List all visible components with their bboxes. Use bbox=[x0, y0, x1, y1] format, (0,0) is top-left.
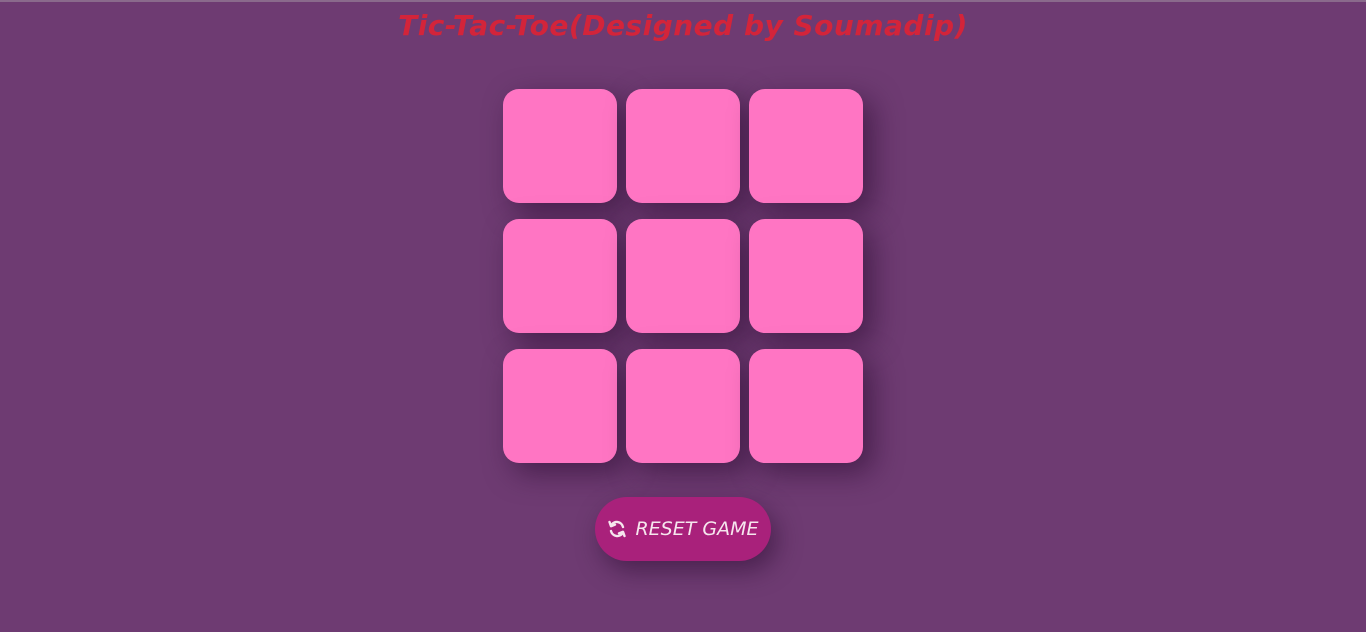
page-title: Tic-Tac-Toe(Designed by Soumadip) bbox=[398, 9, 968, 42]
board-cell-7[interactable] bbox=[503, 349, 617, 463]
board-cell-3[interactable] bbox=[749, 89, 863, 203]
board-cell-8[interactable] bbox=[626, 349, 740, 463]
game-board bbox=[503, 89, 863, 463]
board-cell-9[interactable] bbox=[749, 349, 863, 463]
board-cell-4[interactable] bbox=[503, 219, 617, 333]
reset-game-label: RESET GAME bbox=[635, 518, 759, 540]
board-cell-6[interactable] bbox=[749, 219, 863, 333]
board-cell-2[interactable] bbox=[626, 89, 740, 203]
board-cell-1[interactable] bbox=[503, 89, 617, 203]
reset-game-button[interactable]: RESET GAME bbox=[595, 497, 771, 561]
board-cell-5[interactable] bbox=[626, 219, 740, 333]
top-border bbox=[0, 0, 1366, 2]
refresh-icon bbox=[607, 519, 627, 539]
